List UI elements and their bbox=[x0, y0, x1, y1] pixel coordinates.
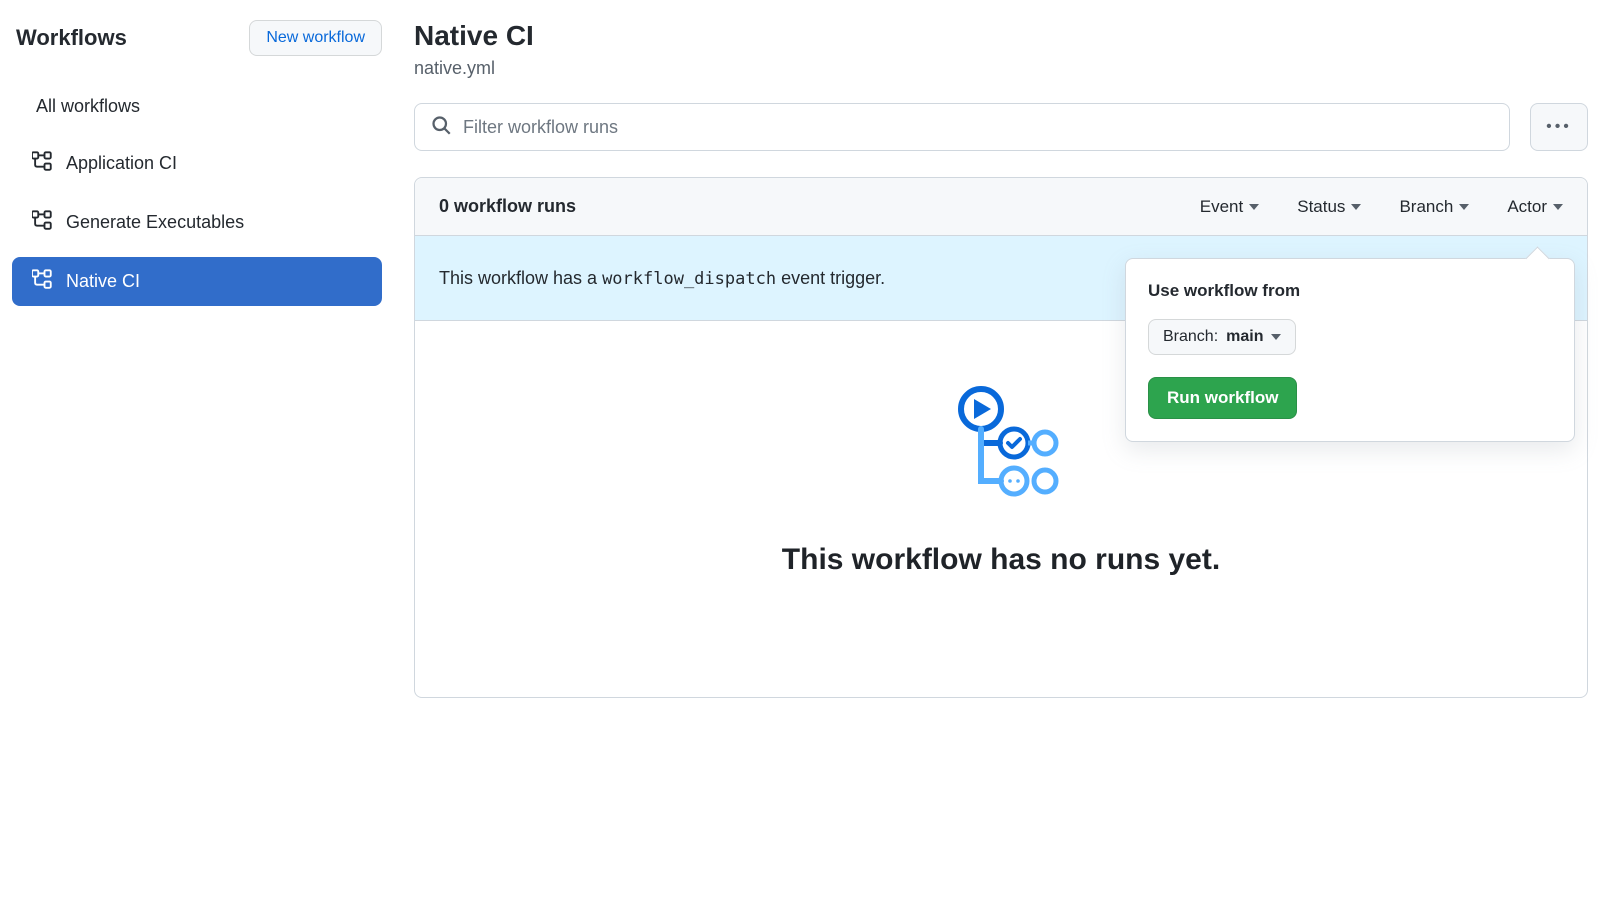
workflow-icon bbox=[32, 269, 52, 294]
dispatch-text-suffix: event trigger. bbox=[776, 268, 885, 288]
sidebar-item-label: Generate Executables bbox=[66, 212, 244, 233]
workflow-icon bbox=[941, 381, 1061, 501]
sidebar-list: All workflows Application CI Generate Exec… bbox=[12, 84, 382, 306]
sidebar: Workflows New workflow All workflows Appl… bbox=[12, 20, 382, 698]
filter-label: Branch bbox=[1399, 197, 1453, 217]
more-options-button[interactable]: ••• bbox=[1530, 103, 1588, 151]
workflow-icon bbox=[32, 151, 52, 176]
sidebar-title: Workflows bbox=[16, 25, 127, 51]
caret-down-icon bbox=[1271, 334, 1281, 340]
sidebar-item-generate-executables[interactable]: Generate Executables bbox=[12, 198, 382, 247]
dispatch-code: workflow_dispatch bbox=[602, 269, 776, 289]
kebab-icon: ••• bbox=[1546, 118, 1572, 136]
filter-label: Event bbox=[1200, 197, 1243, 217]
filter-status[interactable]: Status bbox=[1297, 197, 1361, 217]
sidebar-item-label: All workflows bbox=[36, 96, 140, 117]
empty-title: This workflow has no runs yet. bbox=[435, 543, 1567, 577]
branch-label: Branch: bbox=[1163, 328, 1218, 346]
sidebar-item-application-ci[interactable]: Application CI bbox=[12, 139, 382, 188]
workflow-filename: native.yml bbox=[414, 58, 1588, 79]
sidebar-item-label: Application CI bbox=[66, 153, 177, 174]
dispatch-text-prefix: This workflow has a bbox=[439, 268, 602, 288]
filter-actor[interactable]: Actor bbox=[1507, 197, 1563, 217]
popover-title: Use workflow from bbox=[1148, 281, 1552, 301]
filter-label: Status bbox=[1297, 197, 1345, 217]
runs-filters: Event Status Branch Actor bbox=[1200, 197, 1563, 217]
page-title: Native CI bbox=[414, 20, 1588, 52]
caret-down-icon bbox=[1249, 204, 1259, 210]
runs-count: 0 workflow runs bbox=[439, 196, 576, 217]
sidebar-item-native-ci[interactable]: Native CI bbox=[12, 257, 382, 306]
caret-down-icon bbox=[1351, 204, 1361, 210]
filter-input-wrap[interactable] bbox=[414, 103, 1510, 151]
run-workflow-button[interactable]: Run workflow bbox=[1148, 377, 1297, 419]
main: Native CI native.yml ••• 0 workflow runs… bbox=[414, 20, 1588, 698]
branch-name: main bbox=[1226, 328, 1263, 346]
branch-select[interactable]: Branch: main bbox=[1148, 319, 1296, 355]
runs-header: 0 workflow runs Event Status Branch Actor bbox=[415, 178, 1587, 236]
run-workflow-popover: Use workflow from Branch: main Run workf… bbox=[1125, 258, 1575, 442]
caret-down-icon bbox=[1553, 204, 1563, 210]
sidebar-item-all-workflows[interactable]: All workflows bbox=[12, 84, 382, 129]
new-workflow-button[interactable]: New workflow bbox=[249, 20, 382, 56]
filter-row: ••• bbox=[414, 103, 1588, 151]
filter-branch[interactable]: Branch bbox=[1399, 197, 1469, 217]
filter-event[interactable]: Event bbox=[1200, 197, 1259, 217]
filter-label: Actor bbox=[1507, 197, 1547, 217]
sidebar-header: Workflows New workflow bbox=[12, 20, 382, 56]
filter-input[interactable] bbox=[463, 117, 1493, 138]
sidebar-item-label: Native CI bbox=[66, 271, 140, 292]
caret-down-icon bbox=[1459, 204, 1469, 210]
workflow-icon bbox=[32, 210, 52, 235]
search-icon bbox=[431, 115, 451, 140]
runs-panel: 0 workflow runs Event Status Branch Actor T… bbox=[414, 177, 1588, 698]
dispatch-text: This workflow has a workflow_dispatch ev… bbox=[439, 268, 885, 289]
